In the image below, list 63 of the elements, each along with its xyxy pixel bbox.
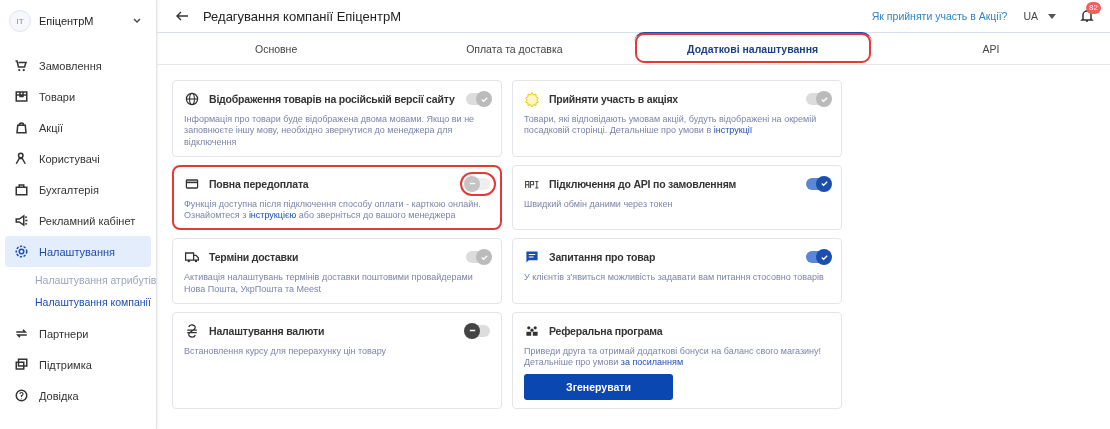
globe-icon <box>184 91 200 107</box>
tab[interactable]: Оплата та доставка <box>395 32 634 64</box>
language-selector[interactable]: UA <box>1023 10 1056 22</box>
notification-badge: 82 <box>1086 2 1101 14</box>
sidebar-item[interactable]: Підтримка <box>5 349 151 380</box>
card-description: Швидкий обмін даними через токен <box>524 198 674 210</box>
cart-icon <box>14 58 29 73</box>
instruction-link[interactable]: за посиланням <box>620 357 684 367</box>
megaphone-icon <box>14 213 29 228</box>
card-title: Реферальна програма <box>549 324 664 337</box>
check-icon <box>479 94 489 104</box>
card-title: Налаштування валюти <box>209 324 326 337</box>
bag-icon <box>14 120 29 135</box>
toggle-switch[interactable] <box>466 324 490 337</box>
hryvnia-icon <box>184 322 200 339</box>
check-icon <box>819 179 829 189</box>
card-description: Приведи друга та отримай додаткові бонуси на баланс свого магазину! Детальніше про умови за посиланням <box>524 345 823 369</box>
sidebar-item[interactable]: Рекламний кабінет <box>5 205 151 236</box>
arrows-icon <box>14 326 29 341</box>
card-description: Функція доступна після підключення способу оплати - карткою онлайн. Ознайомтеся з інструкцією або зверніться до вашого менеджера <box>184 198 482 222</box>
sidebar-item[interactable]: Замовлення <box>5 50 151 81</box>
card-title: Прийняти участь в акціях <box>549 93 679 105</box>
avatar: IT <box>9 10 31 32</box>
help-icon <box>14 388 29 403</box>
caret-icon <box>1048 13 1056 19</box>
badge-icon <box>524 91 540 107</box>
check-icon <box>819 252 829 262</box>
sidebar-item[interactable]: Партнери <box>5 318 151 349</box>
card-description: Товари, які відповідають умовам акцій, будуть відображені на окремій посадковій сторінці. Детальніше про умови в інструкції <box>524 114 818 137</box>
card-description: У клієнтів з'явиться можливість задавати вам питання стосовно товарів <box>524 272 825 284</box>
back-arrow-icon[interactable] <box>175 9 189 23</box>
card-title: Терміни доставки <box>209 251 300 264</box>
check-icon <box>479 252 489 262</box>
sidebar-item[interactable]: Бухгалтерія <box>5 174 151 205</box>
card-description: Встановлення курсу для перерахунку цін товару <box>184 345 388 357</box>
box-icon <box>14 89 29 104</box>
toggle-switch[interactable] <box>806 177 830 190</box>
card-title: Відображення товарів на російській версії сайту <box>209 93 456 105</box>
card-description: Інформація про товари буде відображена двома мовами. Якщо ви не заповнюєте іншу мову, необхідно звернутися до менеджера для відключення <box>184 114 476 148</box>
tab[interactable]: API <box>871 32 1110 64</box>
sidebar-subitem[interactable]: Налаштування компанії <box>0 292 156 312</box>
sidebar-item[interactable]: Товари <box>5 81 151 112</box>
wallet-icon <box>14 182 29 197</box>
check-icon <box>819 94 829 104</box>
toggle-switch[interactable] <box>806 251 830 264</box>
sidebar-item[interactable]: Налаштування <box>5 236 151 267</box>
page-title: Редагування компанії ЕпіцентрМ <box>203 8 402 24</box>
card-description: Активація налаштувань термінів доставки поштовими провайдерами Нова Пошта, УкрПошта та Meest <box>184 272 474 295</box>
settings-icon <box>14 244 29 259</box>
bell-icon[interactable] <box>1080 9 1094 23</box>
sidebar-item[interactable]: Акції <box>5 112 151 143</box>
card-title: Підключення до API по замовленням <box>549 177 738 190</box>
tab[interactable]: Додаткові налаштування <box>633 32 872 64</box>
help-link[interactable]: Як прийняти участь в Акції? <box>871 10 1008 22</box>
tab[interactable]: Основне <box>157 32 396 64</box>
instruction-link[interactable]: інструкцією <box>248 210 297 220</box>
card-title: Запитання про товар <box>549 251 657 264</box>
sidebar-item[interactable]: Довідка <box>5 380 151 411</box>
instruction-link[interactable]: інструкції <box>713 125 753 136</box>
card-title: Повна передоплата <box>209 177 310 190</box>
account-name[interactable]: ЕпіцентрМ <box>39 15 124 27</box>
generate-button[interactable]: Згенерувати <box>524 374 673 401</box>
sidebar-item[interactable]: Користувачі <box>5 143 151 174</box>
